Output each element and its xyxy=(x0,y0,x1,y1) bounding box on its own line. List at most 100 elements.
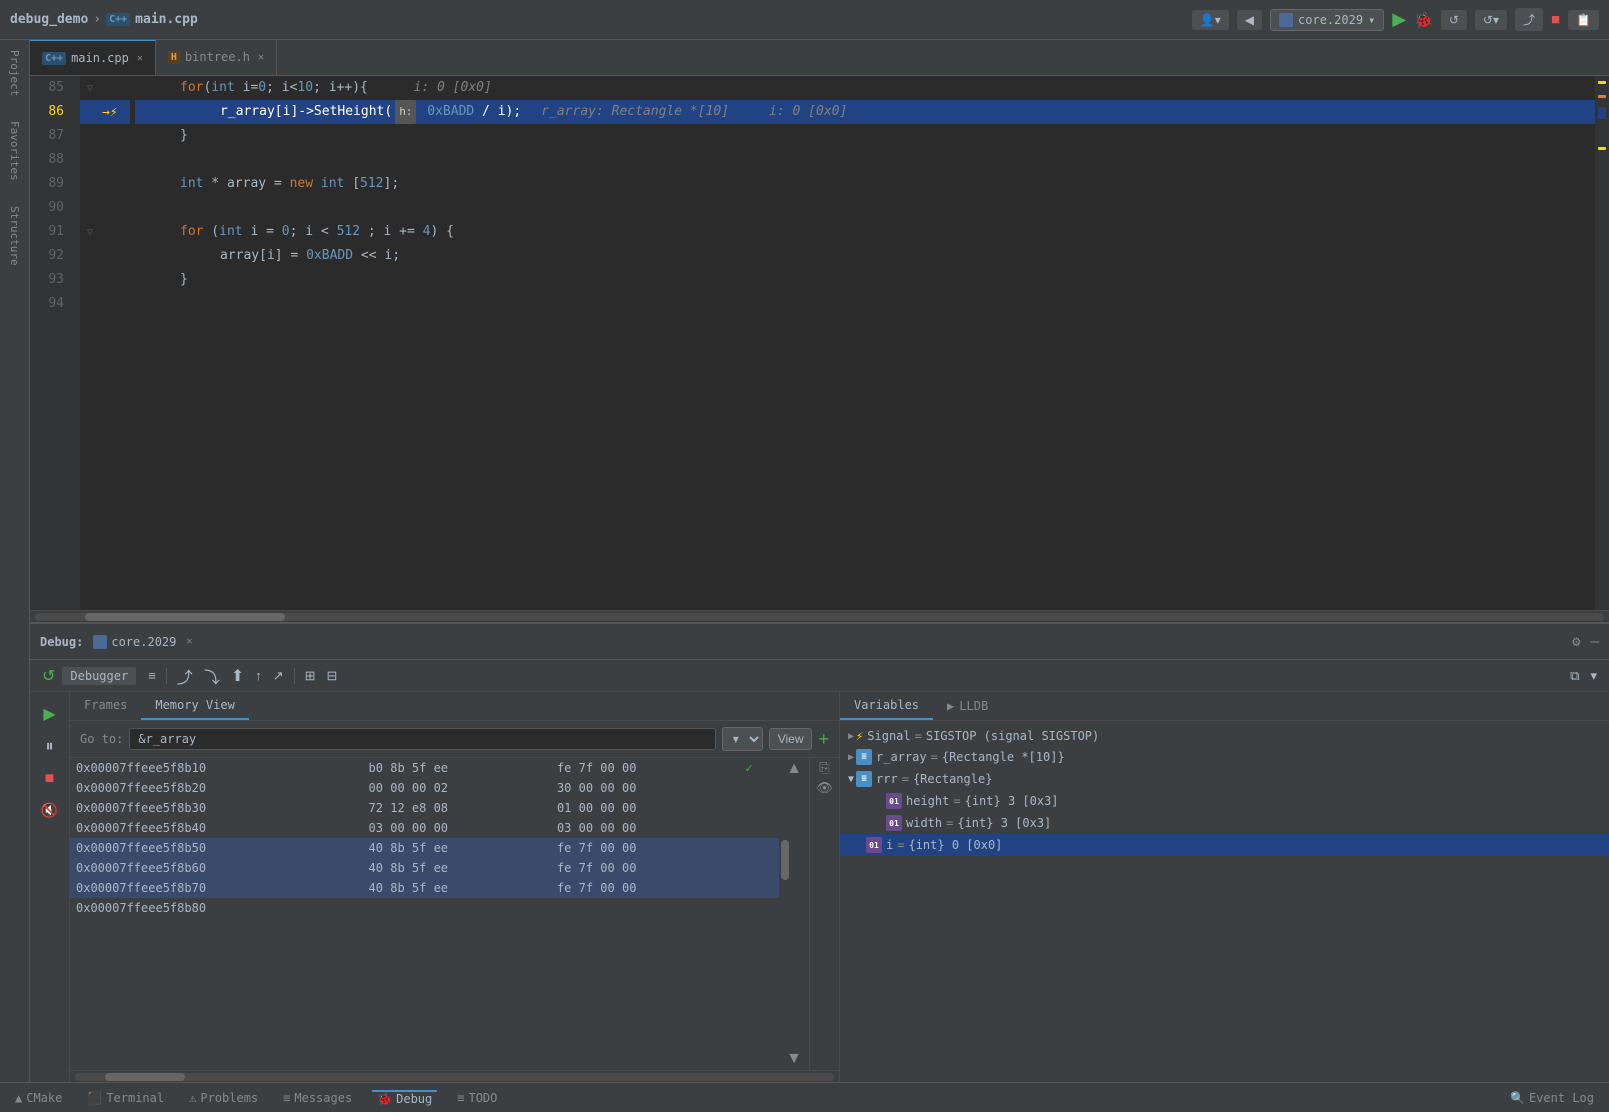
fold-93 xyxy=(80,268,100,292)
tab-variables[interactable]: Variables xyxy=(840,692,933,720)
status-todo[interactable]: ≡ TODO xyxy=(452,1091,502,1105)
terminal-icon: ⬛ xyxy=(87,1091,102,1105)
scroll-track xyxy=(779,780,809,1048)
var-width[interactable]: 01 width = {int} 3 [0x3] xyxy=(860,812,1609,834)
var-r-array[interactable]: ▶ ≡ r_array = {Rectangle *[10]} xyxy=(840,746,1609,768)
back-button[interactable]: ◀ xyxy=(1237,10,1262,30)
layout-btn[interactable]: ⧉ xyxy=(1566,666,1583,686)
status-debug[interactable]: 🐞 Debug xyxy=(372,1090,437,1106)
editor-container: C++ main.cpp ✕ H bintree.h ✕ 85 86 87 88… xyxy=(30,40,1609,1082)
debug-status-icon: 🐞 xyxy=(377,1092,392,1106)
variables-tabs: Variables ▶ LLDB xyxy=(840,692,1609,721)
run-button[interactable]: ▶ xyxy=(1392,9,1406,30)
step-into-debug-btn[interactable]: ⤵ xyxy=(200,662,224,690)
step-over-button[interactable]: ↺ xyxy=(1441,10,1467,30)
right-scrollbar[interactable] xyxy=(1595,76,1609,610)
scroll-up-btn[interactable]: ▲ xyxy=(779,758,809,780)
debug-bug-button[interactable]: 🐞 xyxy=(1414,11,1433,29)
code-line-93: } xyxy=(135,268,1595,292)
tab-lldb[interactable]: ▶ LLDB xyxy=(933,693,1002,719)
status-cmake[interactable]: ▲ CMake xyxy=(10,1091,67,1105)
tab-frames[interactable]: Frames xyxy=(70,692,141,720)
indicator-column: → ⚡ xyxy=(100,76,130,610)
debug-minimize-btn[interactable]: — xyxy=(1591,634,1599,650)
h-scroll-thumb[interactable] xyxy=(85,613,285,621)
bytes-2: 72 12 e8 08 xyxy=(363,798,551,818)
more-btn[interactable]: ▾ xyxy=(1586,666,1601,686)
code-line-89: int * array = new int [512]; xyxy=(135,172,1595,196)
restart-debug-btn[interactable]: ↺ xyxy=(38,664,59,688)
step-out-debug-btn[interactable]: ⬆ xyxy=(227,664,248,688)
goto-view-btn[interactable]: View xyxy=(769,728,813,750)
sidebar-project[interactable]: Project xyxy=(8,45,21,101)
tab-memory-view[interactable]: Memory View xyxy=(141,692,248,720)
memory-row-2: 0x00007ffeee5f8b30 72 12 e8 08 01 00 00 … xyxy=(70,798,779,818)
copy-btn[interactable]: ⎘ xyxy=(810,758,839,778)
goto-input[interactable] xyxy=(129,728,715,750)
ind-94 xyxy=(100,292,130,316)
ind-87 xyxy=(100,124,130,148)
sidebar-structure[interactable]: Structure xyxy=(8,201,21,271)
stop-debug-btn[interactable]: ■ xyxy=(41,768,59,790)
status-event-log[interactable]: 🔍 Event Log xyxy=(1505,1091,1599,1105)
linenum-86: 86 xyxy=(30,100,72,124)
bintree-h-close[interactable]: ✕ xyxy=(258,52,264,63)
step-over-debug-btn[interactable]: ⤴ xyxy=(173,662,197,690)
ind-89 xyxy=(100,172,130,196)
goto-dropdown[interactable]: ▾ xyxy=(722,727,763,751)
var-rrr[interactable]: ▼ ≡ rrr = {Rectangle} xyxy=(840,768,1609,790)
sidebar-favorites[interactable]: Favorites xyxy=(8,116,21,186)
view-options-btn[interactable]: 👁 xyxy=(810,778,839,798)
debug-config-icon xyxy=(93,635,107,649)
problems-label: Problems xyxy=(200,1091,258,1105)
run-to-cursor-btn[interactable]: ↑ xyxy=(251,666,266,685)
scroll-down-btn[interactable]: ▼ xyxy=(779,1048,809,1070)
status-messages[interactable]: ≡ Messages xyxy=(278,1091,357,1105)
var-i[interactable]: 01 i = {int} 0 [0x0] xyxy=(840,834,1609,856)
memory-h-thumb[interactable] xyxy=(105,1073,185,1081)
scroll-thumb[interactable] xyxy=(781,840,789,880)
step-out-button[interactable]: ⤴ xyxy=(1515,8,1543,31)
evaluate-btn[interactable]: ↗ xyxy=(269,666,288,686)
tab-bintree-h[interactable]: H bintree.h ✕ xyxy=(156,40,277,75)
memory-h-scrollbar[interactable] xyxy=(70,1070,839,1082)
add-watch-btn[interactable]: + xyxy=(818,729,829,750)
fold-85[interactable]: ▽ xyxy=(80,76,100,100)
line86-code: r_array[i]->SetHeight( xyxy=(220,100,392,124)
project-name: debug_demo xyxy=(10,12,88,27)
debug-close-btn[interactable]: ✕ xyxy=(186,636,192,647)
resume-btn[interactable]: ▶ xyxy=(39,702,59,726)
kw-for-85: for xyxy=(180,76,203,100)
step-dropdown[interactable]: ↺▾ xyxy=(1475,10,1507,30)
fold-91[interactable]: ▽ xyxy=(80,220,100,244)
mute-btn[interactable]: 🔇 xyxy=(37,800,62,821)
coverage-button[interactable]: 📋 xyxy=(1568,10,1599,30)
code-line-92: array[i] = 0xBADD << i; xyxy=(135,244,1595,268)
debug-toolbar: ↺ Debugger ≡ ⤴ ⤵ ⬆ ↑ ↗ ⊞ ⊟ ⧉ ▾ xyxy=(30,660,1609,692)
h-scrollbar[interactable] xyxy=(30,610,1609,622)
tab-main-cpp[interactable]: C++ main.cpp ✕ xyxy=(30,40,156,75)
var-signal[interactable]: ▶ ⚡ Signal = SIGSTOP (signal SIGSTOP) xyxy=(840,726,1609,746)
variables-panel: Variables ▶ LLDB ▶ ⚡ Signal = xyxy=(840,692,1609,1082)
memory-row-0: 0x00007ffeee5f8b10 b0 8b 5f ee fe 7f 00 … xyxy=(70,758,779,778)
account-button[interactable]: 👤▾ xyxy=(1192,10,1229,30)
disassembly-btn[interactable]: ⊟ xyxy=(323,666,342,686)
config-dropdown[interactable]: ▾ xyxy=(1368,13,1375,27)
memory-view-btn[interactable]: ⊞ xyxy=(301,666,320,686)
show-threads-btn[interactable]: ≡ xyxy=(144,666,160,685)
status-terminal[interactable]: ⬛ Terminal xyxy=(82,1091,169,1105)
var-height[interactable]: 01 height = {int} 3 [0x3] xyxy=(860,790,1609,812)
main-cpp-icon: C++ xyxy=(42,52,66,65)
debug-settings-btn[interactable]: ⚙ xyxy=(1572,634,1580,650)
bytes-7 xyxy=(363,898,551,918)
stop-button[interactable]: ■ xyxy=(1551,11,1560,28)
memory-row-6: 0x00007ffeee5f8b70 40 8b 5f ee fe 7f 00 … xyxy=(70,878,779,898)
status-problems[interactable]: ⚠ Problems xyxy=(184,1091,263,1105)
tab-bar: C++ main.cpp ✕ H bintree.h ✕ xyxy=(30,40,1609,76)
code-line-85: for(int i=0; i<10; i++){ i: 0 [0x0] xyxy=(135,76,1595,100)
pause-btn[interactable]: ⏸ xyxy=(41,736,57,758)
main-cpp-close[interactable]: ✕ xyxy=(137,53,143,64)
toolbar-sep-1 xyxy=(166,668,167,684)
bytes2-1: 30 00 00 00 xyxy=(551,778,739,798)
ind-88 xyxy=(100,148,130,172)
